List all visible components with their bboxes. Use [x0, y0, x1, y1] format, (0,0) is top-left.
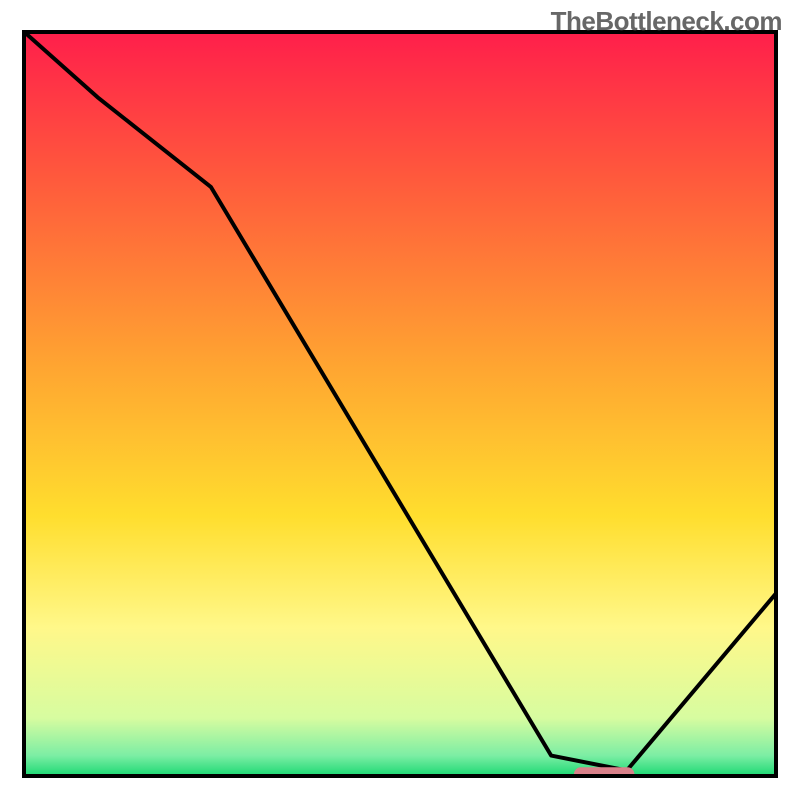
watermark-text: TheBottleneck.com — [551, 6, 782, 37]
marker-layer — [22, 30, 778, 778]
optimal-marker — [574, 767, 635, 778]
